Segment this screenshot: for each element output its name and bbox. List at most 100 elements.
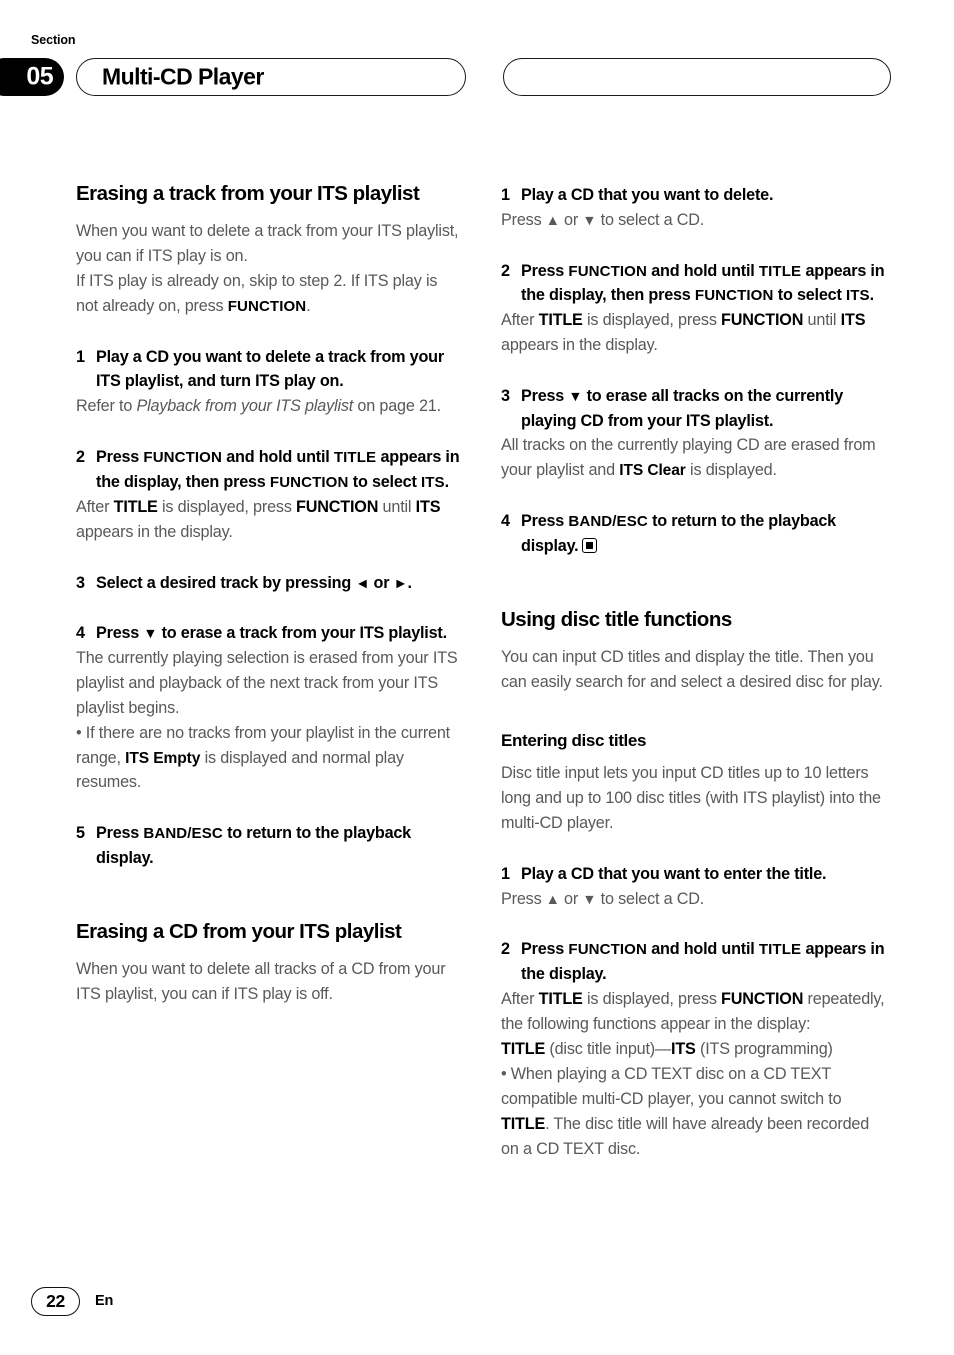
key-title: TITLE [113,497,158,516]
step1-body-b: on page 21. [353,396,441,415]
rstep1-body: Press ▲ or ▼ to select a CD. [501,208,885,233]
s2-b: and hold until [646,940,759,959]
s2-body: After TITLE is displayed, press FUNCTION… [501,987,885,1162]
step-item: 5 Press BAND/ESC to return to the playbac… [76,821,460,871]
arrow-right-icon: ► [393,575,408,592]
step2-body-a: After [76,497,114,516]
chapter-title-pill: Multi-CD Player [76,58,466,96]
key-function: FUNCTION [721,311,804,330]
step4-body: The currently playing selection is erase… [76,646,460,796]
heading-using-disc-title: Using disc title functions [501,607,732,631]
step-item: 1 Play a CD that you want to delete. [501,183,885,208]
key-title: TITLE [333,448,377,466]
key-title: TITLE [758,262,802,280]
key-function: FUNCTION [568,262,647,280]
language-code: En [95,1293,114,1309]
key-its: ITS [420,473,445,491]
step-number: 1 [76,347,85,366]
key-function: FUNCTION [269,473,349,491]
rstep2-body: After TITLE is displayed, press FUNCTION… [501,308,885,358]
step-text: Play a CD you want to delete a track fro… [96,347,444,391]
step2-body-d: appears in the display. [76,522,233,541]
step-item: 1 Play a CD that you want to enter the ti… [501,862,885,887]
section-label: Section [31,33,76,47]
step3-b: or [369,573,394,592]
s2-line-b: (ITS programming) [695,1039,833,1058]
rstep2-body-b: is displayed, press [582,311,722,330]
key-function: FUNCTION [694,287,774,305]
heading-erasing-cd-body: When you want to delete all tracks of a … [76,959,446,1003]
step-item: 4 Press BAND/ESC to return to the playbac… [501,509,885,559]
heading-erasing-track: Erasing a track from your ITS playlist [76,182,420,205]
step-item: 2 Press FUNCTION and hold until TITLE app… [501,937,885,987]
heading-entering-disc-titles: Entering disc titles [501,730,647,750]
step-item: 3 Select a desired track by pressing ◄ or… [76,571,460,596]
rstep2-body-c: until [803,311,841,330]
step4-body-1: The currently playing selection is erase… [76,648,458,717]
step2-b: and hold until [221,447,334,466]
step-text: Play a CD that you want to delete. [521,186,774,204]
arrow-down-icon: ▼ [582,891,597,908]
heading-entering-disc-titles-body: Disc title input lets you input CD title… [501,764,881,832]
arrow-left-icon: ◄ [355,575,370,592]
s2-line-a: (disc title input)— [545,1039,672,1058]
rstep1-a: Press [501,210,546,229]
arrow-down-icon: ▼ [582,212,597,229]
step-item: 3 Press ▼ to erase all tracks on the curr… [501,384,885,433]
rstep3-a: Press [521,387,569,406]
step4-b: to erase a track from your ITS playlist. [157,624,447,643]
s2-body-b: is displayed, press [582,989,722,1008]
display-title: TITLE [501,1039,546,1058]
step-number: 1 [501,186,510,204]
step-item: 2 Press FUNCTION and hold until TITLE app… [76,445,460,495]
s2-bullet-b: . The disc title will have already been … [501,1114,870,1158]
step-item: 1 Play a CD you want to delete a track fr… [76,345,460,394]
step-number: 4 [501,512,510,531]
step3-c: . [407,573,413,592]
step-number: 4 [76,624,85,643]
s2-bullet-a: • When playing a CD TEXT disc on a CD TE… [501,1064,842,1108]
section-number-badge: 05 [0,58,64,96]
step1-body-a: Refer to [76,396,137,415]
intro-paragraph-1: When you want to delete a track from you… [76,219,460,319]
step-item: 4 Press ▼ to erase a track from your ITS … [76,621,460,646]
step-number: 1 [501,864,510,883]
display-its-empty: ITS Empty [125,749,201,767]
rstep2-d: to select [773,286,846,305]
end-of-section-marker-icon [582,538,598,554]
rstep2-e: . [869,286,875,305]
key-band-esc: BAND/ESC [143,825,223,843]
rstep1-c: to select a CD. [596,210,705,229]
display-its: ITS [671,1039,696,1058]
key-function: FUNCTION [296,497,379,516]
step2-body-b: is displayed, press [157,497,297,516]
intro-line-1: When you want to delete a track from you… [76,221,459,265]
rstep2-b: and hold until [646,261,759,280]
rstep1-b: or [559,210,583,229]
key-its: ITS [415,497,441,516]
rstep2-a: Press [521,261,569,280]
key-title: TITLE [758,941,802,959]
step-number: 2 [76,447,85,466]
right-column: 1 Play a CD that you want to delete. Pres… [501,183,885,1162]
intro-line-2c: . [306,296,311,315]
step-number: 2 [501,940,510,959]
step-item: 2 Press FUNCTION and hold until TITLE app… [501,259,885,309]
key-function: FUNCTION [721,989,804,1008]
s1-body: Press ▲ or ▼ to select a CD. [501,887,885,912]
arrow-down-icon: ▼ [568,389,583,406]
s1-a: Press [501,889,546,908]
step5-a: Press [96,824,144,843]
key-its: ITS [840,311,866,330]
chapter-title: Multi-CD Player [102,63,264,90]
key-title: TITLE [538,311,583,330]
section-number: 05 [26,62,53,91]
key-band-esc: BAND/ESC [568,513,648,531]
step-number: 3 [76,573,85,592]
s2-a: Press [521,940,569,959]
step4-a: Press [96,624,144,643]
s1-c: to select a CD. [596,889,705,908]
step2-d: to select [348,472,421,491]
arrow-up-icon: ▲ [545,891,560,908]
rstep3-body: All tracks on the currently playing CD a… [501,433,885,483]
